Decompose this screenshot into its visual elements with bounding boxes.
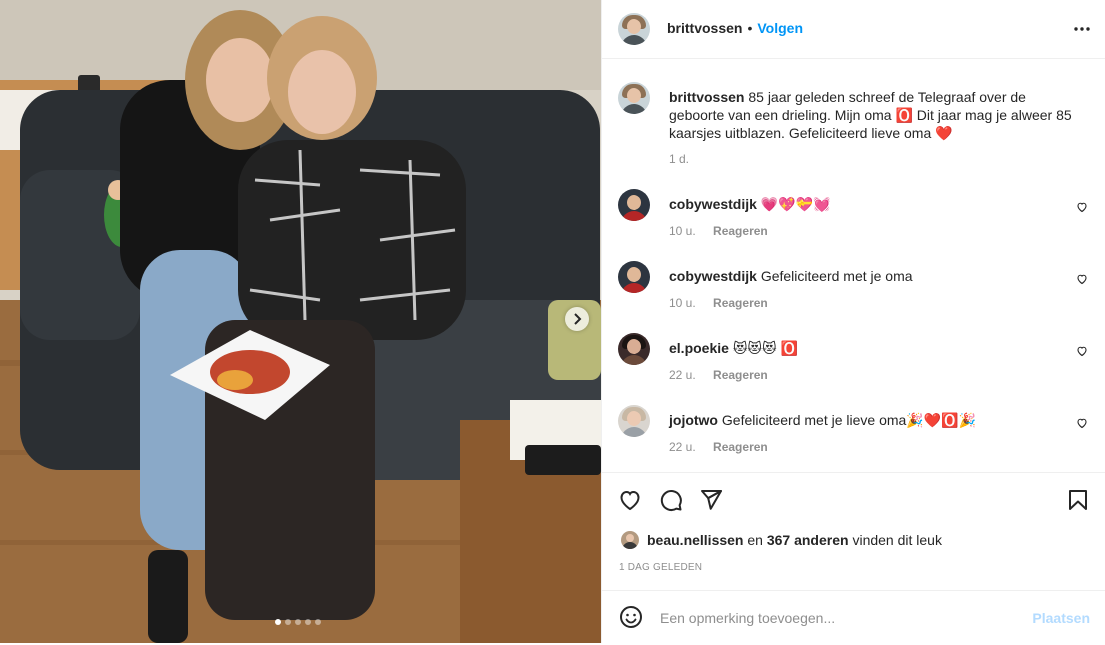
post-comment-button[interactable]: Plaatsen [1032,610,1090,626]
commenter-avatar[interactable] [618,333,650,365]
comment-like-icon[interactable] [1076,201,1088,213]
separator-dot: • [747,20,753,36]
carousel-dot [295,619,301,625]
commenter-avatar[interactable] [618,189,650,221]
comment-username[interactable]: el.poekie [669,340,729,356]
likes-suffix: vinden dit leuk [848,532,942,548]
likes-joiner: en [743,532,767,548]
reply-button[interactable]: Reageren [713,224,768,238]
commenter-avatar[interactable] [618,405,650,437]
comment-item: jojotwo Gefeliciteerd met je lieve oma🎉❤… [618,405,1088,461]
liker-avatar[interactable] [621,531,639,549]
comment-time: 22 u. [669,440,696,454]
reply-button[interactable]: Reageren [713,440,768,454]
post-actions: beau.nellissen en 367 anderen vinden dit… [602,472,1105,591]
post-details-panel: brittvossen • Volgen brittvossen 85 jaar… [601,0,1105,643]
liker-username[interactable]: beau.nellissen [647,532,743,548]
post-date[interactable]: 1 DAG GELEDEN [619,562,702,573]
comment-time: 22 u. [669,368,696,382]
comment-like-icon[interactable] [1076,345,1088,357]
caption-username[interactable]: brittvossen [669,89,744,105]
comment-item: cobywestdijk 💗💖💝💓 10 u. Reageren [618,189,1088,245]
comment-like-icon[interactable] [1076,273,1088,285]
caption-time: 1 d. [669,152,690,166]
likes-summary[interactable]: beau.nellissen en 367 anderen vinden dit… [621,531,942,549]
comment-text: Gefeliciteerd met je oma [760,268,913,284]
carousel-dot [275,619,281,625]
comment-username[interactable]: cobywestdijk [669,268,757,284]
photo-illustration [0,0,601,643]
smiley-icon[interactable] [619,605,643,629]
comment-text: 💗💖💝💓 [760,196,831,212]
commenter-avatar[interactable] [618,261,650,293]
comment-time: 10 u. [669,224,696,238]
chevron-right-icon [574,313,582,325]
reply-button[interactable]: Reageren [713,368,768,382]
caption: brittvossen 85 jaar geleden schreef de T… [618,82,1088,172]
more-horizontal-icon[interactable] [1072,19,1092,39]
author-username[interactable]: brittvossen [667,20,742,36]
comment-text: Gefeliciteerd met je lieve oma🎉❤️🅾️🎉 [721,412,977,428]
comment-like-icon[interactable] [1076,417,1088,429]
follow-button[interactable]: Volgen [757,20,803,36]
bookmark-icon[interactable] [1066,488,1090,512]
comment-input[interactable] [658,605,1022,631]
reply-button[interactable]: Reageren [713,296,768,310]
comment-text: 😻😻😻 🅾️ [732,340,798,356]
comment-item: cobywestdijk Gefeliciteerd met je oma 10… [618,261,1088,317]
post-header: brittvossen • Volgen [602,0,1105,59]
comment-username[interactable]: jojotwo [669,412,718,428]
carousel-dot [305,619,311,625]
add-comment-bar: Plaatsen [602,590,1105,644]
post-photo[interactable] [0,0,601,643]
comment-time: 10 u. [669,296,696,310]
author-avatar[interactable] [618,82,650,114]
author-avatar[interactable] [618,13,650,45]
comments-list[interactable]: brittvossen 85 jaar geleden schreef de T… [602,59,1105,472]
carousel-next-button[interactable] [565,307,589,331]
comment-username[interactable]: cobywestdijk [669,196,757,212]
paper-plane-icon[interactable] [699,488,723,512]
likes-count[interactable]: 367 anderen [767,532,849,548]
comment-item: el.poekie 😻😻😻 🅾️ 22 u. Reageren [618,333,1088,389]
comment-bubble-icon[interactable] [659,488,683,512]
carousel-dot [285,619,291,625]
heart-icon[interactable] [618,488,642,512]
carousel-dot [315,619,321,625]
carousel-indicator [275,619,321,625]
